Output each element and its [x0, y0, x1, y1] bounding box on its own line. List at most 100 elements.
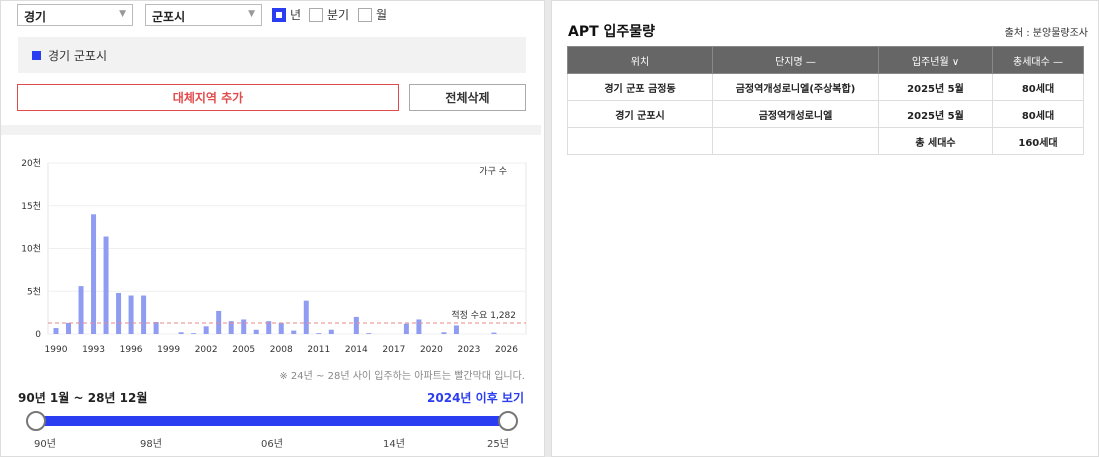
source-label: 출처 : 분양물량조사 [1004, 28, 1088, 39]
city-select-value: 군포시 [152, 10, 186, 24]
x-tick-label: 2020 [420, 345, 443, 355]
x-tick-label: 2002 [195, 345, 218, 355]
chevron-down-icon: ▼ [248, 9, 255, 19]
province-select[interactable]: 경기 ▼ [17, 4, 133, 26]
selected-region-item: 경기 군포시 [18, 37, 526, 73]
table-cell: 금정역개성로니엘(주상복합) [712, 73, 879, 101]
view-after-2024-link[interactable]: 2024년 이후 보기 [427, 389, 524, 406]
range-slider-track[interactable] [36, 416, 508, 426]
chart-bar [216, 310, 222, 334]
x-tick-label: 1999 [157, 345, 180, 355]
y-tick-label: 10천 [21, 244, 41, 255]
table-cell: 2025년 5월 [878, 100, 993, 128]
period-year-label: 년 [290, 8, 302, 22]
chart-bar [403, 323, 409, 334]
table-cell: 160세대 [992, 127, 1084, 155]
chart-bar [91, 214, 97, 334]
slider-tick-label: 06년 [261, 439, 283, 450]
checkbox-checked-icon [272, 7, 286, 22]
period-quarter-checkbox[interactable]: 분기 [309, 6, 349, 23]
x-tick-label: 2014 [345, 345, 368, 355]
province-select-value: 경기 [24, 10, 47, 24]
chart-bar [203, 326, 209, 334]
section-divider [1, 125, 541, 135]
table-total-row: 총 세대수 160세대 [567, 127, 1084, 155]
legend-square-icon [32, 50, 41, 60]
slider-tick-label: 14년 [383, 439, 405, 450]
add-alt-region-button[interactable]: 대체지역 추가 [17, 84, 399, 111]
y-tick-label: 15천 [21, 201, 41, 212]
y-tick-label: 0 [35, 330, 41, 340]
chart-bar [291, 330, 297, 334]
chart-bar [241, 319, 247, 334]
column-header-households[interactable]: 총세대수 — [992, 46, 1084, 74]
period-month-checkbox[interactable]: 월 [358, 6, 387, 23]
x-tick-label: 2017 [382, 345, 405, 355]
chart-bar [316, 333, 322, 334]
chart-bar [278, 322, 284, 334]
chart-bar [53, 328, 59, 334]
x-tick-label: 1993 [82, 345, 105, 355]
table-row[interactable]: 경기 군포 금정동 금정역개성로니엘(주상복합) 2025년 5월 80세대 [567, 73, 1084, 101]
chart-bar [103, 236, 109, 334]
y-axis-label: 가구 수 [479, 166, 507, 177]
chart-bar [191, 333, 197, 334]
column-header-location[interactable]: 위치 [567, 46, 713, 74]
x-tick-label: 2023 [457, 345, 480, 355]
chart-bar [416, 319, 422, 334]
slider-tick-label: 25년 [487, 439, 509, 450]
table-cell: 80세대 [992, 100, 1084, 128]
chart-bar [153, 322, 159, 334]
x-tick-label: 1990 [45, 345, 68, 355]
supply-bar-chart: 0 5천 10천 15천 20천적정 수요 1,282 가구 수 1990 1993 1996 1… [21, 158, 527, 355]
period-month-label: 월 [376, 8, 388, 22]
table-cell [712, 127, 879, 155]
chart-bar [253, 329, 259, 334]
range-slider-start-handle[interactable] [26, 411, 46, 431]
selected-region-label: 경기 군포시 [48, 48, 108, 63]
checkbox-icon [309, 7, 323, 22]
chart-bar [441, 332, 447, 334]
chart-bar [353, 316, 359, 334]
red-bar-note: ※ 24년 ~ 28년 사이 입주하는 아파트는 빨간막대 입니다. [279, 371, 525, 382]
range-label: 90년 1월 ~ 28년 12월 [18, 391, 148, 405]
chart-bar [303, 300, 309, 334]
y-tick-label: 5천 [27, 286, 41, 297]
slider-tick-label: 90년 [34, 439, 56, 450]
chart-bar [328, 329, 334, 334]
table-cell: 경기 군포 금정동 [567, 73, 713, 101]
apt-supply-table: 위치 단지명 — 입주년월 ∨ 총세대수 — 경기 군포 금정동 금정역개성로니… [567, 46, 1084, 155]
table-header-row: 위치 단지명 — 입주년월 ∨ 총세대수 — [567, 46, 1084, 74]
column-header-complex[interactable]: 단지명 — [712, 46, 879, 74]
period-quarter-label: 분기 [327, 8, 350, 22]
city-select[interactable]: 군포시 ▼ [145, 4, 262, 26]
chart-bar [141, 295, 147, 334]
x-tick-label: 2011 [307, 345, 330, 355]
table-cell: 2025년 5월 [878, 73, 993, 101]
left-panel: 경기 ▼ 군포시 ▼ 년 분기 월 경기 군포시 대체지역 추가 전체삭제 0 5… [0, 0, 545, 457]
period-year-checkbox[interactable]: 년 [272, 6, 301, 23]
column-header-move-in[interactable]: 입주년월 ∨ [878, 46, 993, 74]
chart-bar [178, 332, 184, 334]
table-cell [567, 127, 713, 155]
x-tick-label: 2026 [495, 345, 518, 355]
chart-bar [116, 292, 122, 334]
table-cell: 80세대 [992, 73, 1084, 101]
panel-title: APT 입주물량 [568, 24, 656, 40]
reference-line-label: 적정 수요 1,282 [451, 309, 516, 321]
x-tick-label: 2005 [232, 345, 255, 355]
x-tick-label: 2008 [270, 345, 293, 355]
chart-bar [491, 332, 497, 334]
chevron-down-icon: ▼ [119, 9, 126, 19]
chart-bar [78, 286, 84, 334]
table-cell: 총 세대수 [878, 127, 993, 155]
chart-bar [366, 333, 372, 334]
chart-bar [453, 325, 459, 334]
table-cell: 경기 군포시 [567, 100, 713, 128]
delete-all-button[interactable]: 전체삭제 [409, 84, 526, 111]
range-slider-end-handle[interactable] [498, 411, 518, 431]
chart-bar [128, 295, 134, 334]
table-row[interactable]: 경기 군포시 금정역개성로니엘 2025년 5월 80세대 [567, 100, 1084, 128]
right-panel: APT 입주물량 출처 : 분양물량조사 위치 단지명 — 입주년월 ∨ 총세대… [551, 0, 1099, 457]
y-tick-label: 20천 [21, 158, 41, 169]
